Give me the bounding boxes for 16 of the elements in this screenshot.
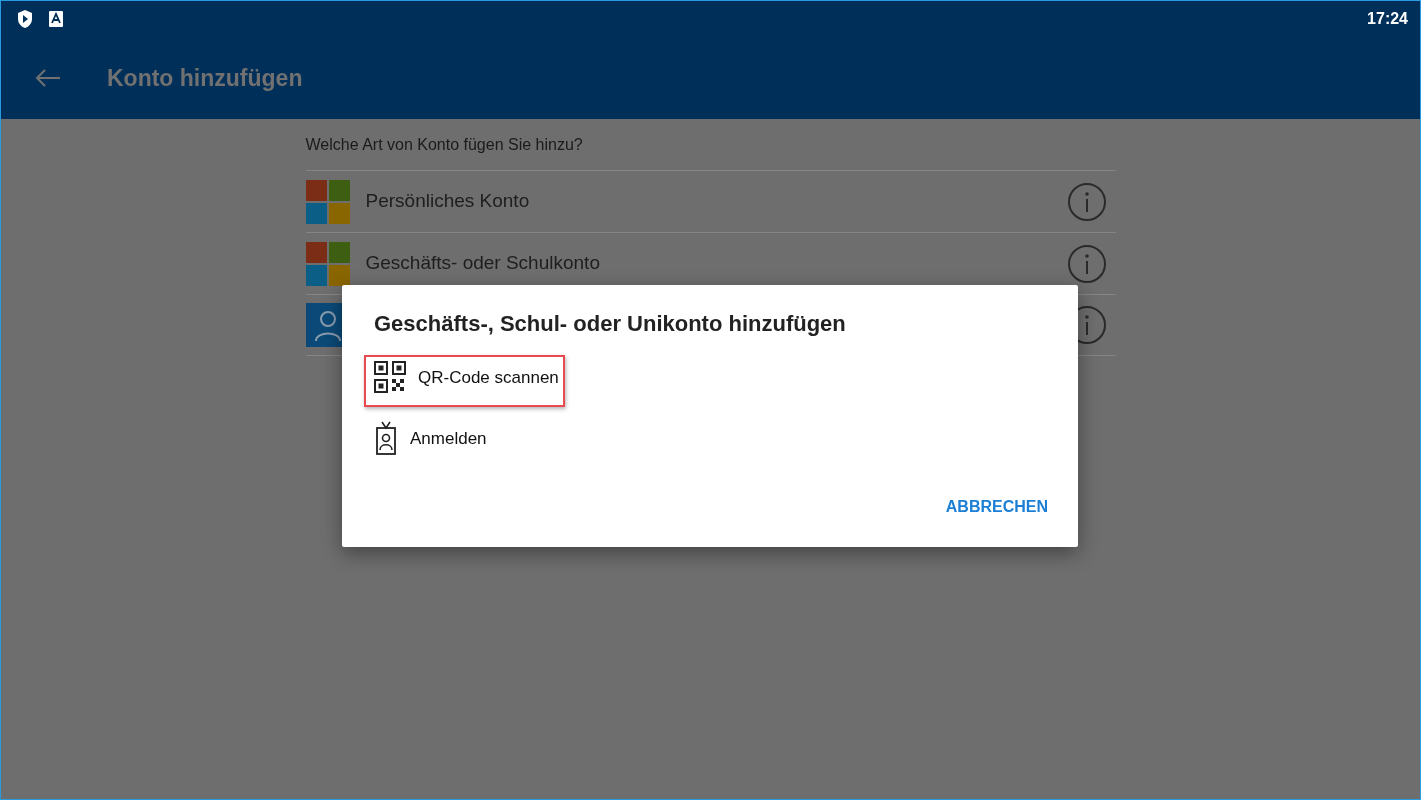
question-text: Welche Art von Konto fügen Sie hinzu? [305, 135, 584, 155]
account-label[interactable]: Persönliches Konto [365, 187, 530, 216]
id-badge-icon [374, 421, 398, 456]
cancel-button[interactable]: ABBRECHEN [941, 491, 1052, 523]
dialog-option[interactable]: QR-Code scannen [364, 355, 565, 408]
dialog-option[interactable]: Anmelden [364, 415, 493, 470]
windows-logo-icon [305, 241, 350, 286]
dialog-title: Geschäfts-, Schul- oder Unikonto hinzufügen [374, 311, 847, 338]
windows-logo-icon [305, 179, 350, 224]
back-arrow-icon[interactable] [35, 68, 61, 88]
account-label[interactable]: Geschäfts- oder Schulkonto [365, 249, 600, 278]
qr-code-icon [374, 361, 406, 394]
page-title: Konto hinzufügen [107, 63, 303, 93]
app-icon [49, 11, 63, 27]
shield-icon [17, 9, 33, 29]
clock: 17:24 [1367, 9, 1408, 29]
